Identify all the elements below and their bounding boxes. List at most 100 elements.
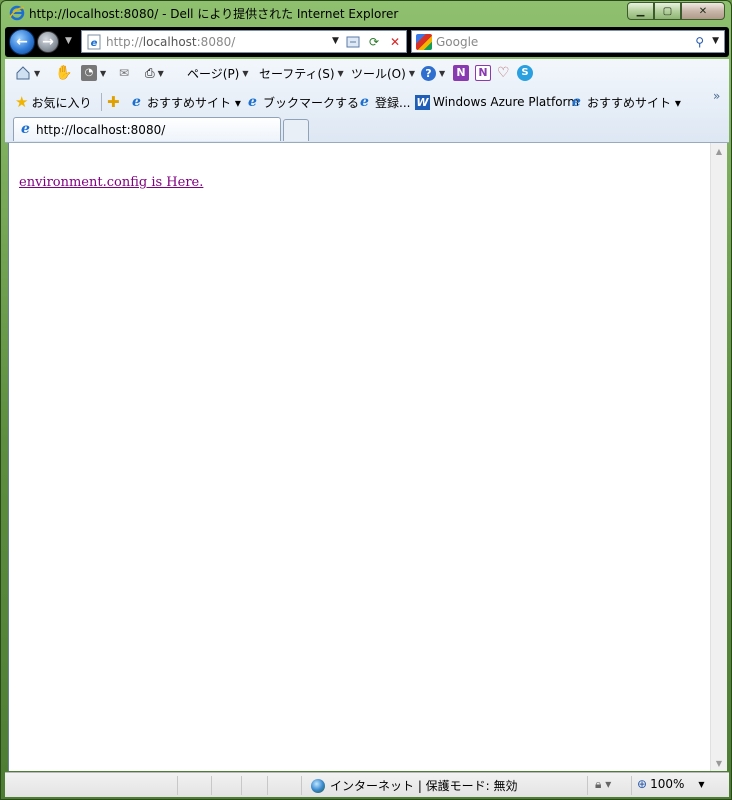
ie-icon: e [132,93,141,110]
favorites-star-icon: ★ [15,93,29,111]
favorites-chevron[interactable]: » [713,87,720,105]
ie-icon: e [572,93,581,110]
address-bar[interactable]: e http://localhost:8080/ ▼ ⟳ ✕ [81,30,407,53]
rss-icon: ◔ [81,65,97,81]
favorites-button[interactable]: ★ お気に入り [15,93,91,111]
status-divider [211,776,212,795]
add-favorite-icon: ✚ [107,93,120,111]
read-mail-button[interactable]: ✉ [119,65,129,81]
skype-icon: S [517,65,533,81]
page-icon: e [87,34,101,50]
globe-icon [311,778,325,793]
address-url: http://localhost:8080/ [106,35,236,49]
tools-menu-label: ツール(O) [351,66,406,81]
status-divider [301,776,302,795]
ie-page-icon: e [248,93,257,110]
search-box[interactable]: Google ⚲ ▼ [411,30,725,53]
onenote-linked-icon: N [475,65,491,81]
search-icon[interactable]: ⚲ [695,35,704,49]
tab-ie-icon: e [21,121,30,137]
browser-window: http://localhost:8080/ - Dell により提供された I… [0,0,732,800]
status-bar: インターネット | 保護モード: 無効 🔒︎ ▾ ⊕ 100% ▼ [5,772,729,797]
back-button[interactable]: ← [9,29,35,55]
close-button[interactable]: ✕ [681,2,725,20]
navigation-bar: ← → ▼ e http://localhost:8080/ ▼ ⟳ ✕ Goo… [5,27,729,57]
onenote-linked-button[interactable]: N [475,65,491,81]
fav-item-label: おすすめサイト ▾ [147,95,241,110]
refresh-icon[interactable]: ⟳ [365,33,383,51]
fav-item-label: Windows Azure Platform [433,95,579,109]
title-bar[interactable]: http://localhost:8080/ - Dell により提供された I… [1,1,731,25]
lock-icon: 🔒︎ [595,777,602,791]
status-divider [587,776,588,795]
fav-item-azure[interactable]: W Windows Azure Platform [415,93,579,111]
fav-item-bookmark[interactable]: e ブックマークする [245,93,359,111]
azure-icon: W [415,94,430,110]
window-title: http://localhost:8080/ - Dell により提供された I… [29,7,399,21]
home-icon [16,66,30,80]
page-menu[interactable]: ページ(P) ▼ [187,65,249,81]
hand-button[interactable]: ✋ [55,65,72,81]
command-bar: ▼ ✋ ◔ ▼ ✉ ⎙ ▼ ページ(P) ▼ セーフティ(S) ▼ ツール(O) ▼ ? ▼… [5,59,729,87]
status-divider [177,776,178,795]
favorites-bar: ★ お気に入り ✚ e おすすめサイト ▾ e ブックマークする e 登録... W Wi… [5,89,729,115]
print-button[interactable]: ⎙ ▼ [145,65,164,81]
zoom-control[interactable]: ⊕ 100% ▼ [637,777,705,791]
ie-icon [9,5,25,21]
tools-menu[interactable]: ツール(O) ▼ [351,65,415,81]
hand-icon: ✋ [55,65,73,81]
security-zone[interactable]: インターネット | 保護モード: 無効 [311,777,518,794]
minimize-button[interactable]: ▁ [627,2,654,20]
fav-item-label: おすすめサイト ▾ [587,95,681,110]
status-divider [241,776,242,795]
separator [101,93,102,111]
page-menu-label: ページ(P) [187,66,240,81]
compatibility-view-icon[interactable] [344,33,362,51]
fav-item-register[interactable]: e 登録... [357,93,410,111]
caption-buttons: ▁ ▢ ✕ [627,2,725,20]
onenote-button[interactable]: N [453,65,469,81]
home-button[interactable]: ▼ [15,65,40,81]
safety-menu[interactable]: セーフティ(S) ▼ [259,65,344,81]
scroll-down-icon[interactable]: ▼ [711,755,727,771]
toolbar-area: ▼ ✋ ◔ ▼ ✉ ⎙ ▼ ページ(P) ▼ セーフティ(S) ▼ ツール(O) ▼ ? ▼… [5,59,729,143]
fav-item-recommended-1[interactable]: e おすすめサイト ▾ [129,93,241,111]
back-arrow-icon: ← [16,34,28,50]
status-divider [631,776,632,795]
new-tab-button[interactable] [283,119,309,141]
tab-localhost[interactable]: e http://localhost:8080/ [13,117,281,141]
zoom-level: 100% [650,777,685,791]
onenote-icon: N [453,65,469,81]
environment-config-link[interactable]: environment.config is Here. [19,175,203,190]
feeds-button[interactable]: ◔ ▼ [81,65,106,81]
scroll-up-icon[interactable]: ▲ [711,143,727,159]
forward-button[interactable]: → [37,31,59,53]
search-options-dropdown[interactable]: ▼ [712,36,719,46]
recent-pages-dropdown[interactable]: ▼ [65,36,72,46]
zoom-dropdown-icon[interactable]: ▼ [698,780,704,789]
ie-page-icon: e [360,93,369,110]
vertical-scrollbar[interactable]: ▲ ▼ [710,143,727,771]
zone-text: インターネット | 保護モード: 無効 [330,779,518,793]
fav-item-label: ブックマークする [263,95,360,110]
maximize-button[interactable]: ▢ [654,2,681,20]
forward-arrow-icon: → [42,34,54,50]
add-to-favorites-button[interactable]: ✚ [107,93,123,111]
search-input[interactable]: Google [436,35,478,49]
google-icon [416,34,432,50]
help-button[interactable]: ? ▼ [421,65,445,81]
zoom-icon: ⊕ [637,777,648,791]
stop-icon[interactable]: ✕ [386,33,404,51]
tab-bar: e http://localhost:8080/ [5,115,729,143]
fav-item-label: 登録... [375,95,411,110]
safety-menu-label: セーフティ(S) [259,66,335,81]
address-dropdown[interactable]: ▼ [332,36,339,46]
help-icon: ? [421,65,436,81]
research-button[interactable]: ♡ [497,65,510,81]
protected-mode-button[interactable]: 🔒︎ ▾ [595,777,611,792]
research-icon: ♡ [497,65,510,81]
printer-icon: ⎙ [145,65,155,80]
fav-item-recommended-2[interactable]: e おすすめサイト ▾ [569,93,681,111]
chevron-icon: » [713,89,721,103]
skype-button[interactable]: S [517,65,533,81]
